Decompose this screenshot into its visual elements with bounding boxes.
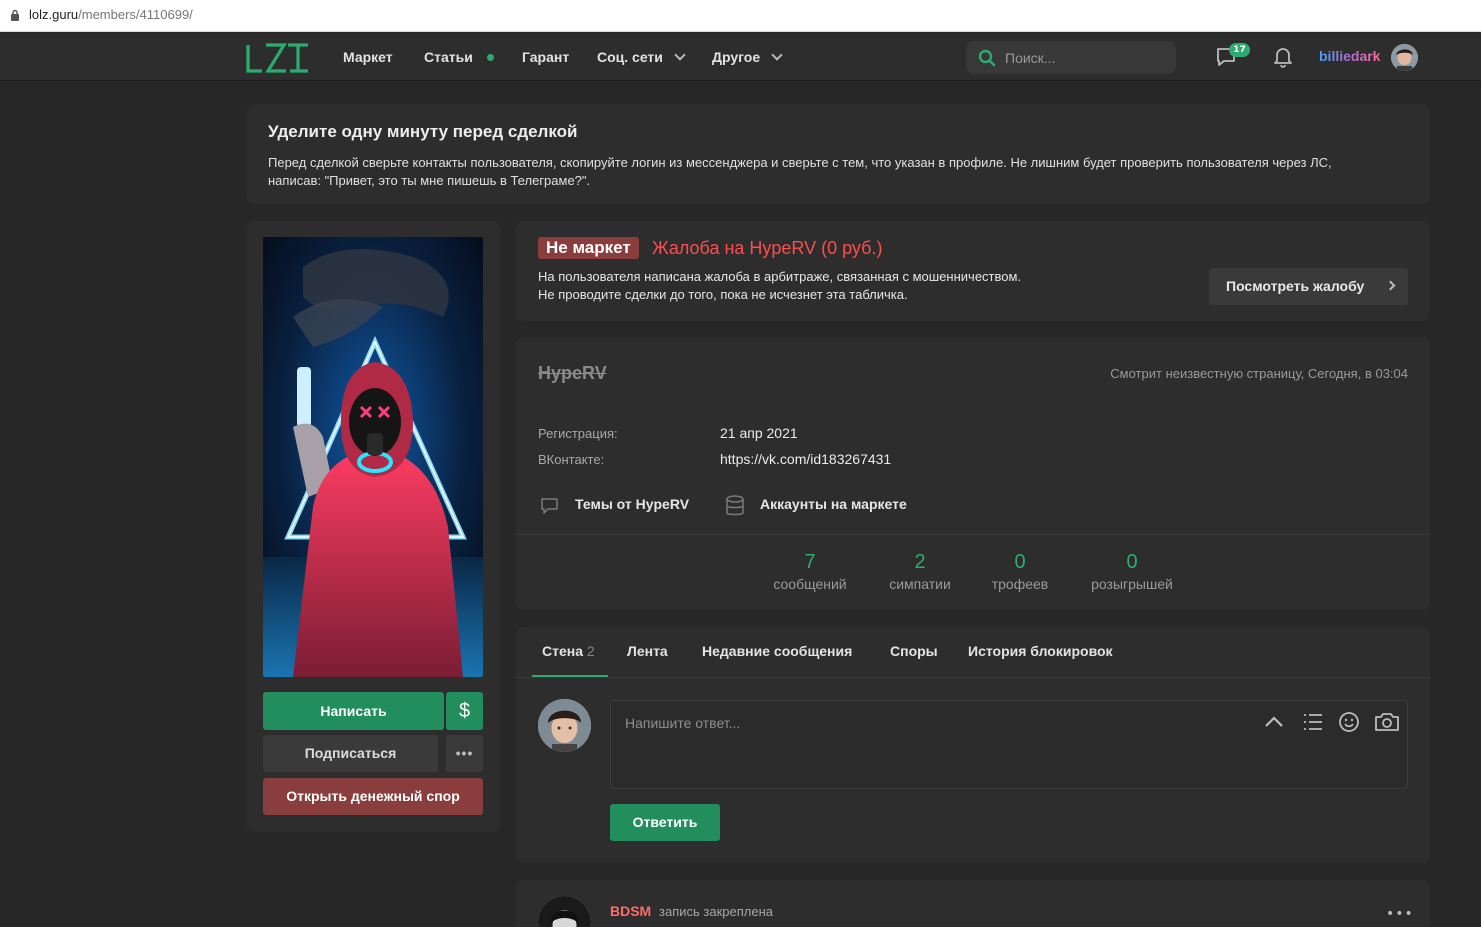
post-author-name[interactable]: BDSM <box>610 903 651 919</box>
complaint-title[interactable]: Жалоба на HypeRV (0 руб.) <box>652 237 882 259</box>
profile-avatar-image[interactable] <box>263 237 483 677</box>
reply-editor[interactable]: Напишите ответ... <box>610 700 1408 789</box>
profile-sidebar: Написать $ Подписаться ••• Открыть денеж… <box>247 221 500 832</box>
view-complaint-label: Посмотреть жалобу <box>1226 278 1365 294</box>
list-icon[interactable] <box>1302 712 1324 732</box>
stat-giveaways[interactable]: 0 розыгрышей <box>1082 551 1182 592</box>
view-complaint-button[interactable]: Посмотреть жалобу <box>1209 268 1408 305</box>
camera-icon[interactable] <box>1374 711 1400 733</box>
chevron-up-icon[interactable] <box>1263 713 1285 731</box>
nav-guarantor[interactable]: Гарант <box>522 49 569 65</box>
divider <box>516 534 1430 535</box>
post-more-button[interactable]: ••• <box>1386 906 1414 922</box>
profile-username: HypeRV <box>538 363 607 383</box>
deal-warning-panel: Уделите одну минуту перед сделкой Перед … <box>247 104 1430 204</box>
current-user-avatar[interactable] <box>538 699 591 752</box>
search-input[interactable]: Поиск... <box>1005 50 1055 66</box>
market-accounts-link[interactable]: Аккаунты на маркете <box>760 496 907 512</box>
stat-label: сообщений <box>773 576 847 592</box>
nav-social[interactable]: Соц. сети <box>597 49 663 65</box>
stat-value: 7 <box>804 551 816 573</box>
complaint-line-1: На пользователя написана жалоба в арбитр… <box>538 269 1022 284</box>
post-author-avatar[interactable] <box>538 896 591 927</box>
bell-icon[interactable] <box>1273 46 1293 68</box>
field-value-registration: 21 апр 2021 <box>720 425 798 441</box>
chevron-right-icon <box>1385 280 1396 291</box>
warning-title: Уделите одну минуту перед сделкой <box>268 122 578 141</box>
url-path: /members/4110699/ <box>78 7 193 22</box>
stat-trophies[interactable]: 0 трофеев <box>984 551 1056 592</box>
reply-input[interactable]: Напишите ответ... <box>625 715 740 731</box>
current-user-avatar[interactable] <box>1391 44 1418 71</box>
tab-ban-history[interactable]: История блокировок <box>968 643 1113 659</box>
stat-value: 0 <box>1014 551 1026 573</box>
complaint-alert-panel: Не маркет Жалоба на HypeRV (0 руб.) На п… <box>516 221 1430 321</box>
complaint-line-2: Не проводите сделки до того, пока не исч… <box>538 287 908 302</box>
comment-icon <box>541 498 558 514</box>
nav-articles[interactable]: Статьи <box>424 49 473 65</box>
stat-label: трофеев <box>991 576 1049 592</box>
site-logo[interactable] <box>246 43 310 73</box>
tab-count: 2 <box>586 643 595 659</box>
subscribe-button[interactable]: Подписаться <box>263 735 438 772</box>
database-icon <box>726 495 744 516</box>
open-dispute-button[interactable]: Открыть денежный спор <box>263 778 483 815</box>
tab-label: Стена <box>542 643 583 659</box>
new-articles-dot <box>487 54 494 61</box>
field-label-vk: ВКонтакте: <box>538 452 605 467</box>
url-host: lolz.guru <box>29 7 79 22</box>
tab-wall[interactable]: Стена 2 <box>542 643 595 659</box>
messages-badge: 17 <box>1229 43 1250 57</box>
field-label-registration: Регистрация: <box>538 426 618 441</box>
stat-likes[interactable]: 2 симпатии <box>880 551 960 592</box>
field-value-vk[interactable]: https://vk.com/id183267431 <box>720 451 891 467</box>
tab-disputes[interactable]: Споры <box>890 643 938 659</box>
complaint-text: На пользователя написана жалоба в арбитр… <box>538 268 1021 304</box>
stat-value: 2 <box>914 551 926 573</box>
smiley-icon[interactable] <box>1338 711 1360 733</box>
not-market-badge: Не маркет <box>538 237 639 259</box>
search-icon <box>978 49 996 67</box>
nav-other[interactable]: Другое <box>712 49 760 65</box>
stat-label: розыгрышей <box>1091 576 1173 592</box>
stat-messages[interactable]: 7 сообщений <box>766 551 854 592</box>
browser-url-bar[interactable]: lolz.guru/members/4110699/ <box>0 0 1481 32</box>
wall-post: BDSM запись закреплена ••• <box>516 880 1430 927</box>
more-actions-button[interactable]: ••• <box>446 735 483 772</box>
divider <box>516 677 1430 678</box>
reply-button[interactable]: Ответить <box>610 804 720 841</box>
lock-icon <box>11 9 19 21</box>
stat-value: 0 <box>1126 551 1138 573</box>
current-username[interactable]: billiedark <box>1319 48 1380 64</box>
stat-label: симпатии <box>889 576 951 592</box>
nav-market[interactable]: Маркет <box>343 49 393 65</box>
search-box[interactable]: Поиск... <box>966 41 1176 74</box>
tab-feed[interactable]: Лента <box>627 643 668 659</box>
url-text[interactable]: lolz.guru/members/4110699/ <box>29 7 193 22</box>
profile-info-panel: HypeRV Смотрит неизвестную страницу, Сег… <box>516 337 1430 610</box>
post-pinned-note: запись закреплена <box>659 904 773 919</box>
user-threads-link[interactable]: Темы от HypeRV <box>575 496 689 512</box>
send-money-button[interactable]: $ <box>446 692 483 730</box>
warning-text: Перед сделкой сверьте контакты пользоват… <box>268 155 1332 188</box>
tab-recent-messages[interactable]: Недавние сообщения <box>702 643 852 659</box>
wall-panel: Стена 2 Лента Недавние сообщения Споры И… <box>516 627 1430 863</box>
write-message-button[interactable]: Написать <box>263 692 444 730</box>
profile-activity-status: Смотрит неизвестную страницу, Сегодня, в… <box>1110 366 1408 381</box>
